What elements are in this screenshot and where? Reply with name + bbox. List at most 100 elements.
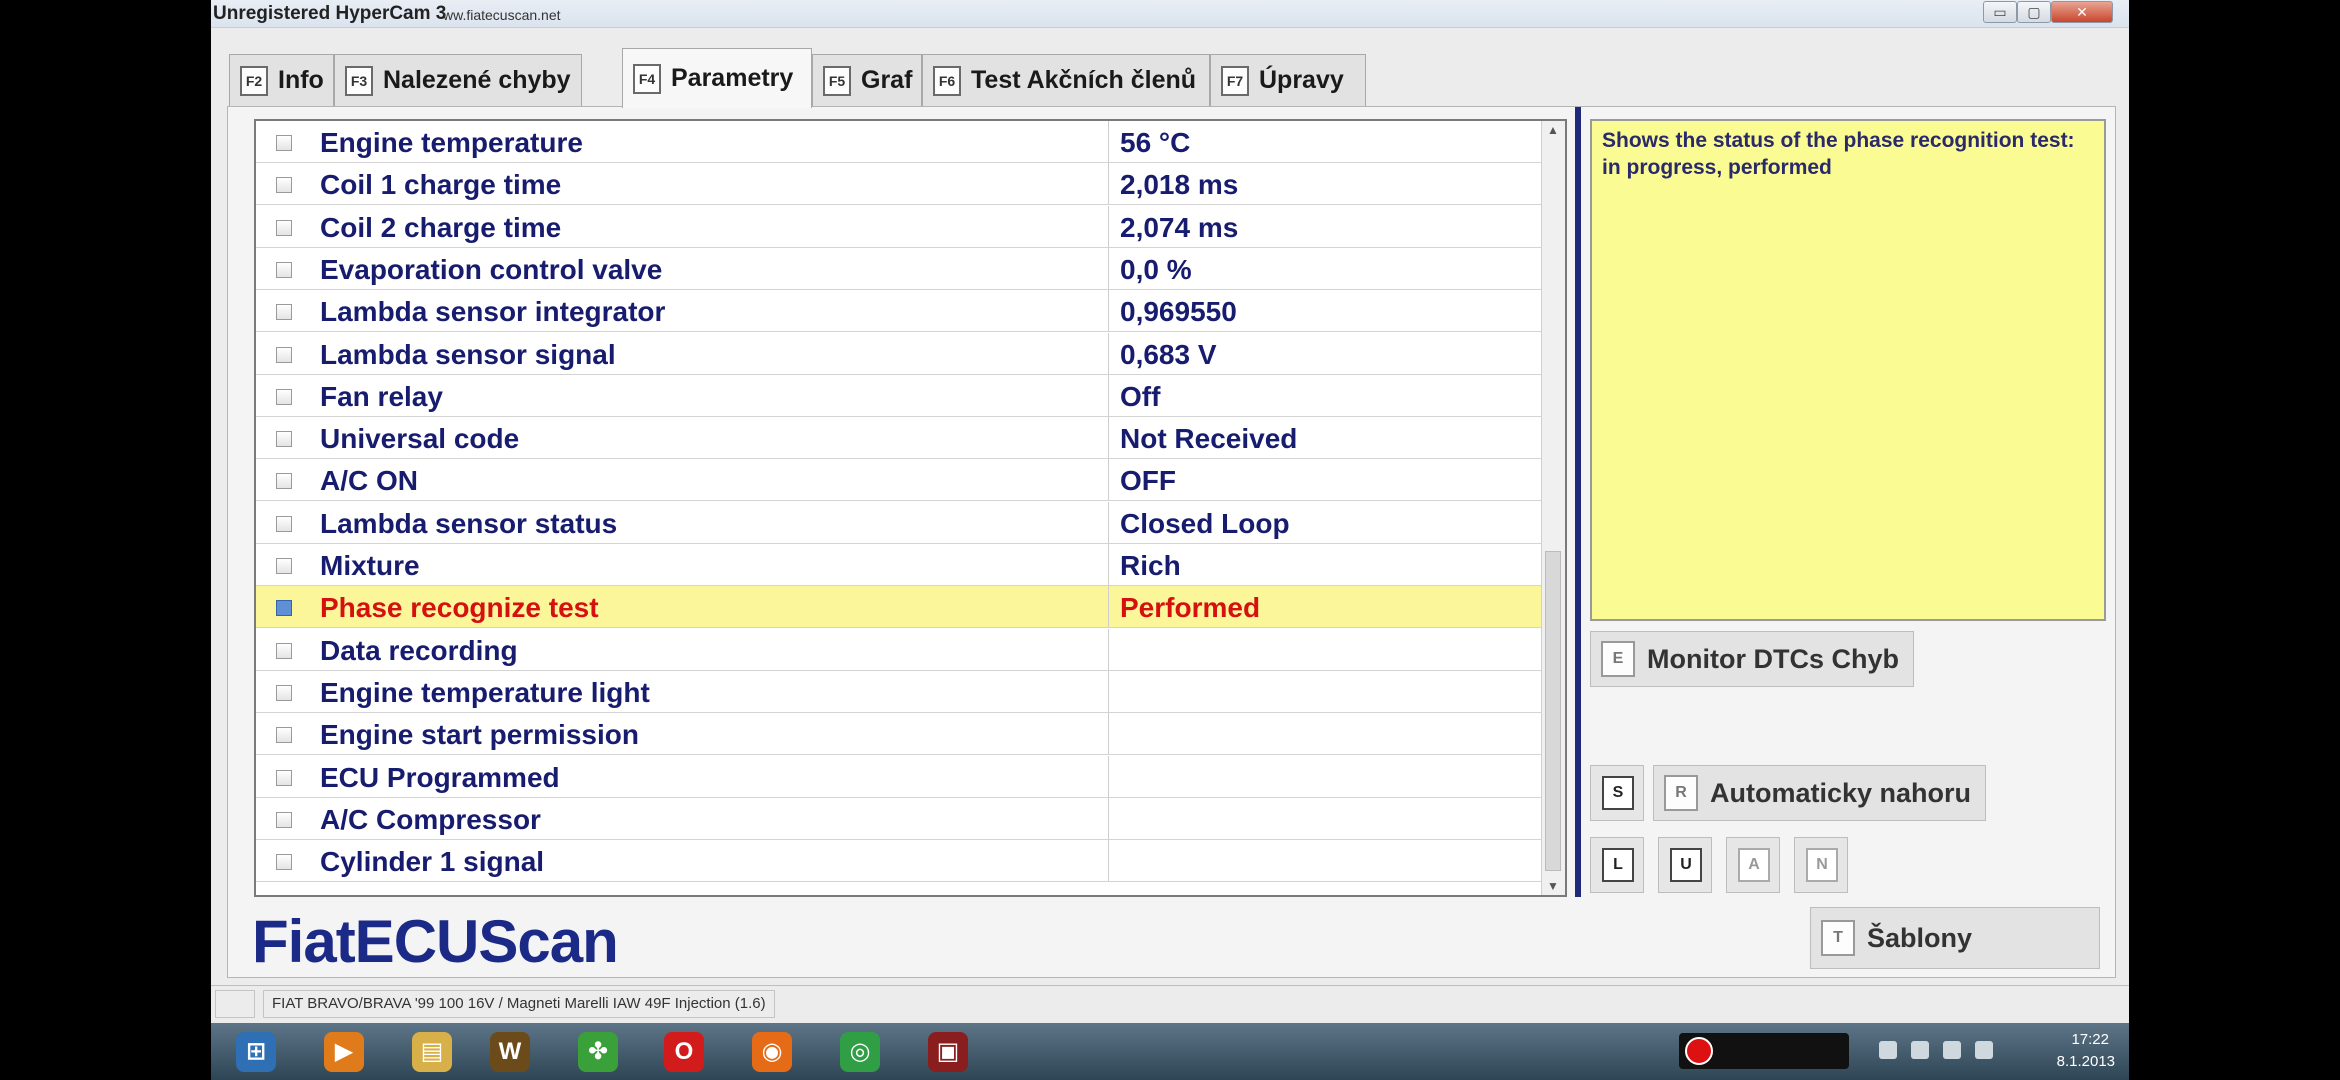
table-row[interactable]: Fan relay Off (256, 375, 1541, 417)
table-row[interactable]: Lambda sensor integrator 0,969550 (256, 290, 1541, 332)
media-player-icon-glyph: ▶ (324, 1032, 364, 1072)
row-checkbox[interactable] (276, 600, 292, 616)
clover-app-icon[interactable]: ✤ (573, 1029, 623, 1075)
table-row[interactable]: Evaporation control valve 0,0 % (256, 248, 1541, 290)
monitor-dtcs-button[interactable]: E Monitor DTCs Chyb (1590, 631, 1914, 687)
table-row[interactable]: A/C Compressor (256, 798, 1541, 840)
tab-info[interactable]: F2 Info (229, 54, 334, 106)
table-row[interactable]: Cylinder 1 signal (256, 840, 1541, 882)
f5-key-badge: F5 (823, 65, 851, 96)
table-row[interactable]: Universal code Not Received (256, 417, 1541, 459)
sablony-button[interactable]: T Šablony (1810, 907, 2100, 969)
parameter-name: Universal code (320, 423, 520, 454)
row-checkbox[interactable] (276, 262, 292, 278)
minimize-button[interactable]: ▭ (1983, 1, 2017, 23)
warcraft-icon-glyph: W (490, 1032, 530, 1072)
clock-time[interactable]: 17:22 (2071, 1031, 2109, 1048)
automaticky-nahoru-button[interactable]: R Automaticky nahoru (1653, 765, 1986, 821)
tab-parametry[interactable]: F4 Parametry (622, 48, 812, 108)
parameter-name: A/C ON (320, 465, 418, 496)
row-checkbox[interactable] (276, 431, 292, 447)
volume-icon[interactable] (1943, 1041, 1961, 1059)
row-checkbox[interactable] (276, 685, 292, 701)
row-checkbox[interactable] (276, 516, 292, 532)
hypercam-recording-toolbar[interactable] (1679, 1033, 1849, 1069)
ecuscan-app-icon[interactable]: ▣ (923, 1029, 973, 1075)
l-key-badge: L (1602, 848, 1634, 882)
tab-test-akcnich-clenu[interactable]: F6 Test Akčních členů (922, 54, 1210, 106)
a-key-button[interactable]: A (1726, 837, 1780, 893)
row-checkbox[interactable] (276, 727, 292, 743)
table-row[interactable]: Lambda sensor signal 0,683 V (256, 333, 1541, 375)
table-row[interactable]: Lambda sensor status Closed Loop (256, 502, 1541, 544)
row-checkbox[interactable] (276, 473, 292, 489)
tab-label: Úpravy (1259, 66, 1344, 94)
table-row[interactable]: Mixture Rich (256, 544, 1541, 586)
row-checkbox[interactable] (276, 770, 292, 786)
table-row[interactable]: Coil 2 charge time 2,074 ms (256, 206, 1541, 248)
maximize-button[interactable]: ▢ (2017, 1, 2051, 23)
parameter-name: A/C Compressor (320, 804, 541, 835)
table-row[interactable]: Engine temperature 56 °C (256, 121, 1541, 163)
explorer-folder-icon-glyph: ▤ (412, 1032, 452, 1072)
column-divider (1108, 417, 1109, 458)
row-checkbox[interactable] (276, 135, 292, 151)
t-key-badge: T (1821, 920, 1855, 956)
row-checkbox[interactable] (276, 558, 292, 574)
parameter-value: OFF (1120, 465, 1176, 496)
record-icon[interactable] (1685, 1037, 1713, 1065)
parameter-name: Lambda sensor signal (320, 339, 616, 370)
row-checkbox[interactable] (276, 812, 292, 828)
column-divider (1108, 798, 1109, 839)
parameter-value: 56 °C (1120, 127, 1191, 158)
explorer-folder-icon[interactable]: ▤ (407, 1029, 457, 1075)
table-row[interactable]: Engine start permission (256, 713, 1541, 755)
chrome-icon-glyph: ◎ (840, 1032, 880, 1072)
f4-key-badge: F4 (633, 63, 661, 94)
panel-splitter[interactable] (1575, 107, 1581, 897)
power-icon[interactable] (1975, 1041, 1993, 1059)
parameter-value: Performed (1120, 592, 1261, 623)
media-player-icon[interactable]: ▶ (319, 1029, 369, 1075)
start-orb-icon[interactable]: ⊞ (231, 1029, 281, 1075)
tab-nalezene-chyby[interactable]: F3 Nalezené chyby (334, 54, 582, 106)
table-row[interactable]: A/C ON OFF (256, 459, 1541, 501)
u-key-button[interactable]: U (1658, 837, 1712, 893)
column-divider (1108, 248, 1109, 289)
firefox-icon[interactable]: ◉ (747, 1029, 797, 1075)
row-checkbox[interactable] (276, 177, 292, 193)
row-checkbox[interactable] (276, 643, 292, 659)
n-key-badge: N (1806, 848, 1838, 882)
tab-upravy[interactable]: F7 Úpravy (1210, 54, 1366, 106)
scroll-up-icon[interactable]: ▲ (1547, 123, 1559, 137)
row-checkbox[interactable] (276, 389, 292, 405)
windows-taskbar: ⊞ ▶ ▤ W ✤ O ◉ ◎ ▣ 17:22 8.1.2013 (211, 1023, 2129, 1080)
scroll-down-icon[interactable]: ▼ (1547, 879, 1559, 893)
l-key-button[interactable]: L (1590, 837, 1644, 893)
column-divider (1108, 290, 1109, 331)
row-checkbox[interactable] (276, 347, 292, 363)
row-checkbox[interactable] (276, 854, 292, 870)
column-divider (1108, 206, 1109, 247)
table-row[interactable]: ECU Programmed (256, 756, 1541, 798)
table-row[interactable]: Phase recognize test Performed (256, 586, 1541, 628)
row-checkbox[interactable] (276, 304, 292, 320)
row-checkbox[interactable] (276, 220, 292, 236)
flag-icon[interactable] (1911, 1041, 1929, 1059)
table-scrollbar[interactable]: ▲ ▼ (1541, 121, 1565, 895)
warcraft-icon[interactable]: W (485, 1029, 535, 1075)
chrome-icon[interactable]: ◎ (835, 1029, 885, 1075)
table-row[interactable]: Data recording (256, 629, 1541, 671)
tab-graf[interactable]: F5 Graf (812, 54, 922, 106)
s-key-button[interactable]: S (1590, 765, 1644, 821)
column-divider (1108, 163, 1109, 204)
clock-date[interactable]: 8.1.2013 (2057, 1053, 2115, 1070)
table-row[interactable]: Engine temperature light (256, 671, 1541, 713)
table-row[interactable]: Coil 1 charge time 2,018 ms (256, 163, 1541, 205)
scroll-thumb[interactable] (1545, 551, 1561, 871)
network-icon[interactable] (1879, 1041, 1897, 1059)
start-orb-icon-glyph: ⊞ (236, 1032, 276, 1072)
n-key-button[interactable]: N (1794, 837, 1848, 893)
close-button[interactable]: ✕ (2051, 1, 2113, 23)
opera-icon[interactable]: O (659, 1029, 709, 1075)
